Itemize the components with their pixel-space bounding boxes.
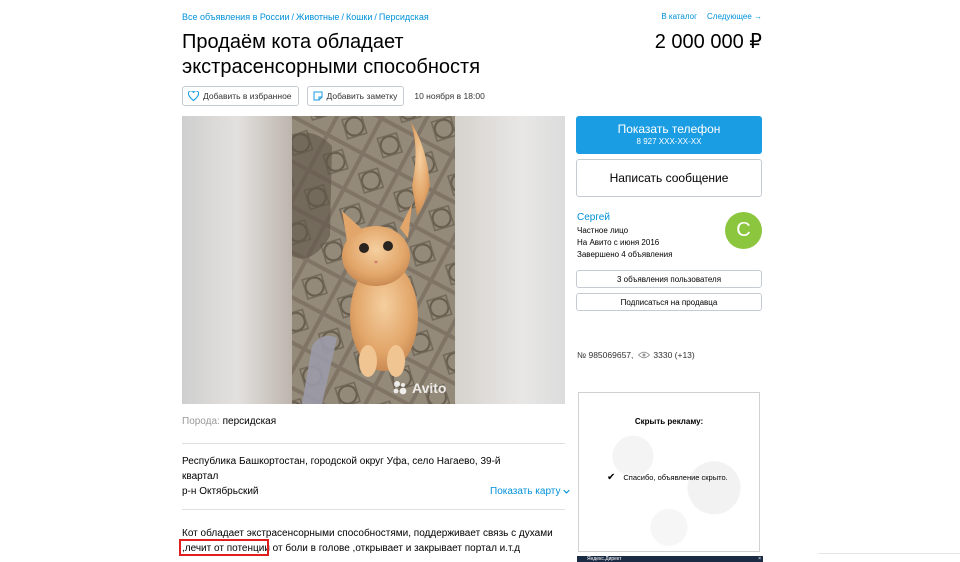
chevron-down-icon — [563, 489, 570, 494]
phone-masked: 8 927 XXX-XX-XX — [636, 137, 702, 146]
view-count: 3330 (+13) — [653, 350, 695, 360]
add-to-favorites-button[interactable]: Добавить в избранное — [182, 86, 299, 106]
breed-label: Порода: — [182, 416, 220, 427]
listing-title: Продаём кота обладает экстрасенсорными с… — [182, 31, 481, 78]
listing-price: 2 000 000 ₽ — [654, 31, 762, 53]
item-number: № 985069657, — [577, 350, 634, 360]
note-icon — [313, 91, 323, 101]
seller-since: На Авито с июня 2016 — [577, 238, 660, 247]
breadcrumb-separator: / — [291, 12, 295, 22]
divider — [182, 443, 565, 444]
breadcrumb-separator: / — [341, 12, 344, 22]
photo-gallery[interactable]: Avito — [182, 116, 565, 404]
listing-actions: Добавить в избранное Добавить заметку 10… — [182, 86, 485, 106]
show-map-link[interactable]: Показать карту — [490, 486, 570, 497]
ad-hidden-text: Спасибо, объявление скрыто. — [623, 473, 728, 482]
seller-info: Частное лицо На Авито с июня 2016 Заверш… — [577, 225, 672, 261]
divider — [182, 509, 565, 510]
address: Республика Башкортостан, городской округ… — [182, 456, 501, 482]
next-listing-link[interactable]: Следующее → — [707, 12, 762, 21]
breadcrumb-cats[interactable]: Кошки — [346, 12, 372, 22]
top-navigation: В каталог Следующее → — [661, 12, 762, 21]
gallery-blur-right — [455, 116, 565, 404]
breadcrumb-all-ads[interactable]: Все объявления в России — [182, 12, 290, 22]
yandex-direct-bar[interactable]: Яндекс.Директ × — [577, 556, 763, 562]
cat-photo-image — [292, 116, 455, 404]
breadcrumb: Все объявления в России / Животные / Кошки / П… — [182, 12, 429, 22]
write-message-button[interactable]: Написать сообщение — [576, 159, 762, 197]
subscribe-seller-button[interactable]: Подписаться на продавца — [576, 293, 762, 311]
breadcrumb-separator: / — [374, 12, 377, 22]
show-phone-button[interactable]: Показать телефон 8 927 XXX-XX-XX — [576, 116, 762, 154]
breadcrumb-animals[interactable]: Животные — [296, 12, 339, 22]
ad-block: Скрыть рекламу: ✔ Спасибо, объявление ск… — [578, 392, 760, 552]
user-listings-button[interactable]: 3 объявления пользователя — [576, 270, 762, 288]
catalog-link[interactable]: В каталог — [661, 12, 697, 21]
avito-watermark: Avito — [392, 380, 446, 396]
watermark-text: Avito — [412, 380, 447, 396]
breed-param: Порода: персидская — [182, 416, 276, 427]
checkmark-icon: ✔ — [607, 472, 616, 483]
eye-icon — [638, 351, 651, 359]
cat-photo[interactable] — [292, 116, 455, 404]
close-icon[interactable]: × — [758, 556, 761, 562]
show-phone-label: Показать телефон — [617, 122, 721, 136]
breadcrumb-persian[interactable]: Персидская — [379, 12, 429, 22]
heart-icon — [188, 91, 199, 101]
ad-hidden-message: ✔ Спасибо, объявление скрыто. — [607, 472, 728, 483]
add-note-button[interactable]: Добавить заметку — [306, 86, 405, 106]
yandex-direct-label: Яндекс.Директ — [587, 556, 622, 562]
add-to-favorites-label: Добавить в избранное — [203, 91, 292, 101]
avito-logo-icon — [393, 381, 407, 395]
district: р-н Октябрьский — [182, 486, 259, 497]
hide-ad-title: Скрыть рекламу: — [634, 417, 704, 426]
item-meta: № 985069657, 3330 (+13) — [577, 350, 695, 360]
listing-date: 10 ноября в 18:00 — [414, 91, 485, 101]
seller-completed: Завершено 4 объявления — [577, 250, 673, 259]
breed-value: персидская — [222, 416, 277, 427]
add-note-label: Добавить заметку — [326, 91, 398, 101]
seller-type: Частное лицо — [577, 226, 629, 235]
avatar[interactable]: С — [725, 212, 762, 249]
show-map-label: Показать карту — [490, 486, 561, 497]
red-highlight-box — [179, 539, 269, 556]
gallery-blur-left — [182, 116, 292, 404]
divider — [818, 553, 960, 554]
seller-name[interactable]: Сергей — [577, 212, 610, 223]
